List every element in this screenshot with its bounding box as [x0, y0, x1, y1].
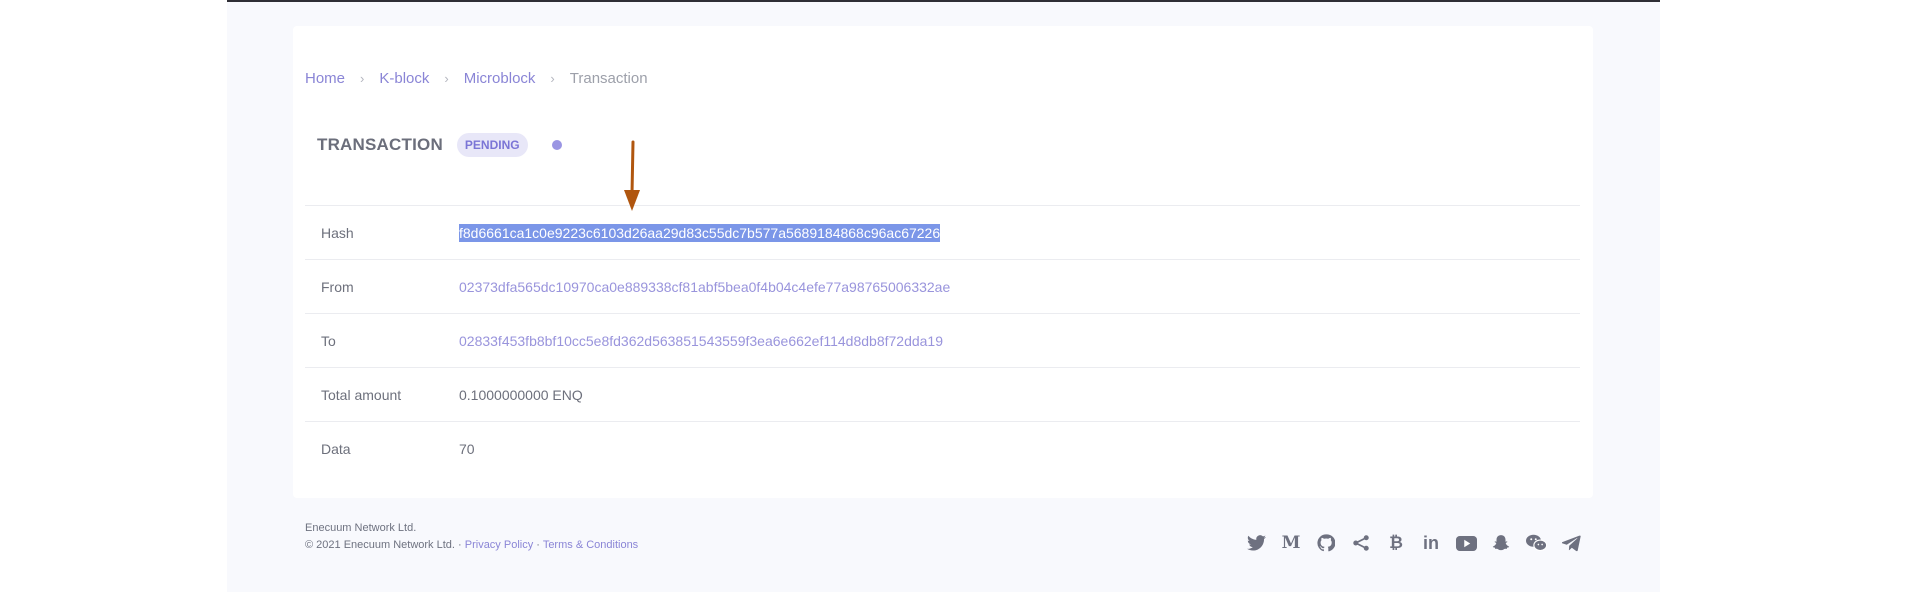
to-address-link[interactable]: 02833f453fb8bf10cc5e8fd362d563851543559f…: [459, 333, 943, 349]
wechat-icon[interactable]: [1523, 530, 1549, 556]
breadcrumb-separator: ›: [550, 71, 555, 86]
status-badge: PENDING: [456, 133, 528, 157]
medium-icon[interactable]: M: [1278, 530, 1304, 556]
to-label: To: [321, 332, 336, 349]
from-label: From: [321, 278, 354, 295]
telegram-icon[interactable]: [1558, 530, 1584, 556]
row-data: Data 70: [305, 421, 1580, 475]
breadcrumb: Home › K-block › Microblock › Transactio…: [305, 70, 648, 87]
data-value: 70: [459, 440, 475, 457]
bitcoin-icon[interactable]: ₿: [1383, 530, 1409, 556]
share-icon[interactable]: [1348, 530, 1374, 556]
footer-copyright: © 2021 Enecuum Network Ltd. ·: [305, 539, 462, 551]
annotation-arrow-icon: [624, 140, 640, 211]
footer: Enecuum Network Ltd. © 2021 Enecuum Netw…: [305, 520, 638, 554]
privacy-policy-link[interactable]: Privacy Policy: [465, 539, 533, 551]
data-label: Data: [321, 440, 351, 457]
hash-label: Hash: [321, 224, 354, 241]
snapchat-icon[interactable]: [1488, 530, 1514, 556]
github-icon[interactable]: [1313, 530, 1339, 556]
breadcrumb-separator: ›: [360, 71, 365, 86]
footer-separator: ·: [536, 539, 540, 551]
social-links: M ₿ in: [1243, 530, 1584, 556]
row-to: To 02833f453fb8bf10cc5e8fd362d5638515435…: [305, 313, 1580, 367]
youtube-icon[interactable]: [1453, 530, 1479, 556]
twitter-icon[interactable]: [1243, 530, 1269, 556]
row-hash: Hash f8d6661ca1c0e9223c6103d26aa29d83c55…: [305, 205, 1580, 259]
transaction-card: Home › K-block › Microblock › Transactio…: [293, 26, 1593, 498]
linkedin-icon[interactable]: in: [1418, 530, 1444, 556]
row-total-amount: Total amount 0.1000000000 ENQ: [305, 367, 1580, 421]
status-dot: [551, 140, 562, 150]
transaction-details-table: Hash f8d6661ca1c0e9223c6103d26aa29d83c55…: [305, 205, 1580, 475]
title-row: TRANSACTION PENDING: [317, 133, 562, 157]
breadcrumb-kblock[interactable]: K-block: [379, 70, 429, 87]
hash-value[interactable]: f8d6661ca1c0e9223c6103d26aa29d83c55dc7b5…: [459, 223, 941, 242]
breadcrumb-microblock[interactable]: Microblock: [464, 70, 536, 87]
footer-company: Enecuum Network Ltd.: [305, 522, 417, 534]
breadcrumb-home[interactable]: Home: [305, 70, 345, 87]
terms-link[interactable]: Terms & Conditions: [543, 539, 638, 551]
breadcrumb-separator: ›: [444, 71, 449, 86]
total-amount-value: 0.1000000000 ENQ: [459, 386, 583, 403]
from-address-link[interactable]: 02373dfa565dc10970ca0e889338cf81abf5bea0…: [459, 279, 950, 295]
page-title: TRANSACTION: [317, 135, 443, 154]
breadcrumb-current: Transaction: [569, 70, 648, 87]
row-from: From 02373dfa565dc10970ca0e889338cf81abf…: [305, 259, 1580, 313]
total-amount-label: Total amount: [321, 386, 402, 403]
